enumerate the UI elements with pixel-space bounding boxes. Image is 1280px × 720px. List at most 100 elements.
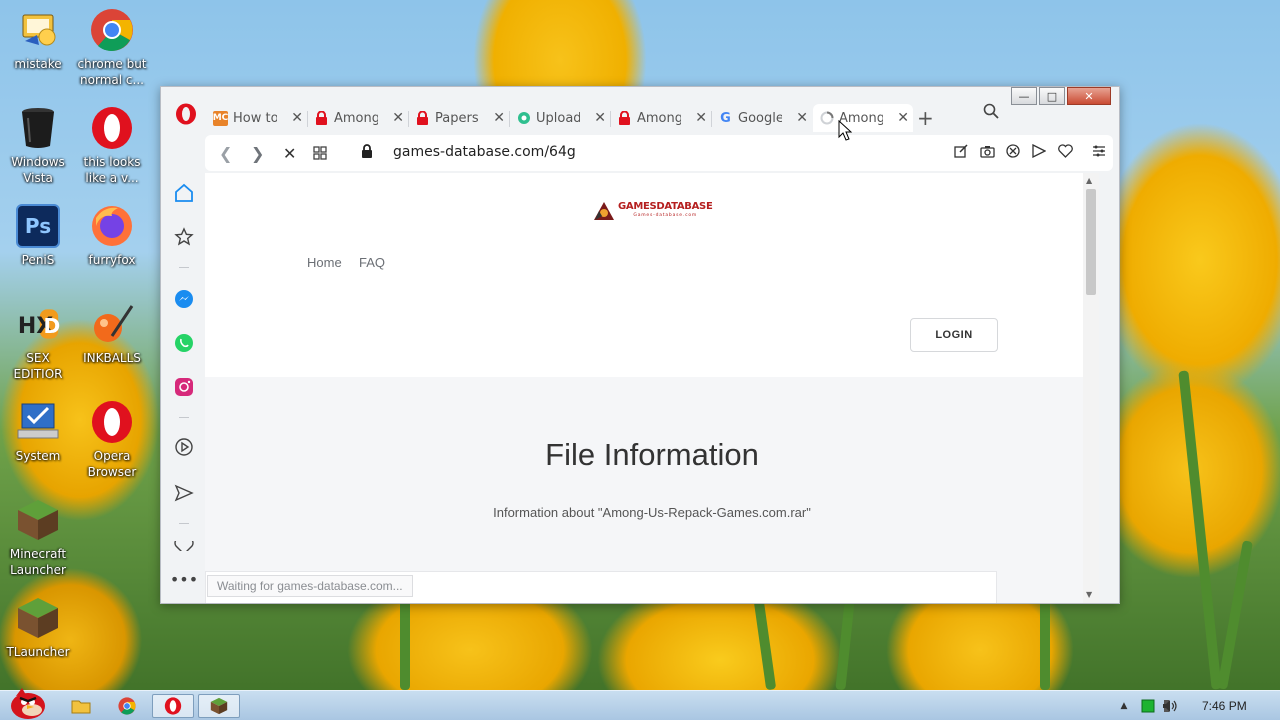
close-tab-icon[interactable]: ✕ — [392, 110, 404, 126]
tray-expand-icon[interactable]: ▲ — [1116, 698, 1132, 714]
scroll-up-arrow-icon[interactable]: ▲ — [1086, 176, 1092, 185]
scrollbar-thumb[interactable] — [1086, 189, 1096, 295]
player-icon[interactable] — [174, 437, 194, 457]
tab-title: How to — [233, 110, 277, 126]
opera-icon — [90, 400, 134, 444]
url-input[interactable]: games-database.com/64g — [393, 144, 576, 160]
home-icon[interactable] — [174, 183, 194, 203]
page-scrollbar[interactable]: ▲ ▼ — [1083, 173, 1099, 603]
green-logo-icon — [516, 111, 531, 126]
angry-bird-icon — [11, 688, 45, 719]
desktop-icon-photoshop[interactable]: Ps PeniS — [0, 204, 76, 268]
start-button[interactable] — [4, 685, 52, 720]
folder-icon — [71, 700, 91, 714]
taskbar-clock[interactable]: 7:46 PM — [1202, 699, 1247, 713]
nav-home-link[interactable]: Home — [307, 255, 342, 270]
bookmarks-star-icon[interactable] — [174, 227, 194, 247]
speed-dial-grid-icon[interactable] — [313, 145, 327, 164]
red-lock-icon — [415, 111, 430, 126]
tab-how-to[interactable]: MC How to ✕ — [207, 104, 307, 132]
desktop-icon-opera-vista[interactable]: this looks like a v... — [74, 106, 150, 186]
desktop-icon-chrome[interactable]: chrome but normal c... — [74, 8, 150, 88]
close-tab-icon[interactable]: ✕ — [291, 110, 303, 126]
desktop-icon-windows-vista[interactable]: Windows Vista — [0, 106, 76, 186]
desktop-icon-label: PeniS — [21, 253, 55, 267]
tab-among-1[interactable]: Among ✕ — [308, 104, 408, 132]
volume-icon[interactable] — [1162, 698, 1178, 714]
address-bar: ❮ ❯ ✕ games-database.com/64g — [205, 135, 1113, 171]
desktop-icon-hxd[interactable]: HX D SEX EDITIOR — [0, 302, 76, 382]
minecraft-block-icon — [16, 498, 60, 542]
easy-setup-icon[interactable] — [1091, 143, 1107, 159]
desktop-icon-mistake[interactable]: mistake — [0, 8, 76, 72]
heart-icon[interactable] — [1057, 143, 1073, 159]
close-tab-icon[interactable]: ✕ — [594, 110, 606, 126]
address-bar-actions — [953, 143, 1107, 159]
photoshop-icon: Ps — [16, 204, 60, 248]
opera-sidebar: ••• — [161, 171, 205, 603]
tab-google[interactable]: G Google ✕ — [712, 104, 812, 132]
network-icon[interactable] — [1140, 698, 1156, 714]
close-tab-icon[interactable]: ✕ — [493, 110, 505, 126]
camera-icon[interactable] — [979, 143, 995, 159]
desktop-icon-label: INKBALLS — [83, 351, 141, 365]
page-content: GAMESDATABASE Games-database.com Home FA… — [205, 173, 1099, 603]
desktop-icon-tlauncher[interactable]: TLauncher — [0, 596, 76, 660]
site-logo[interactable]: GAMESDATABASE Games-database.com — [593, 201, 713, 221]
close-tab-icon[interactable]: ✕ — [897, 110, 909, 126]
send-flow-icon[interactable] — [174, 483, 194, 503]
browser-window: — □ ✕ MC How to ✕ Among ✕ Papers ✕ Uploa… — [160, 86, 1120, 604]
red-lock-icon — [617, 111, 632, 126]
desktop-icon-minecraft-launcher[interactable]: Minecraft Launcher — [0, 498, 76, 578]
send-icon[interactable] — [1031, 143, 1047, 159]
desktop-icon-inkballs[interactable]: INKBALLS — [74, 302, 150, 366]
ad-block-icon[interactable] — [1005, 143, 1021, 159]
system-icon — [16, 400, 60, 444]
sidebar-separator — [179, 267, 189, 268]
messenger-icon[interactable] — [174, 289, 194, 309]
heart-icon[interactable] — [174, 541, 194, 551]
taskbar-explorer[interactable] — [60, 694, 102, 718]
desktop-icon-system[interactable]: System — [0, 400, 76, 464]
nav-faq-link[interactable]: FAQ — [359, 255, 385, 270]
taskbar-opera[interactable] — [152, 694, 194, 718]
more-options-icon[interactable]: ••• — [170, 569, 198, 589]
tab-papers[interactable]: Papers ✕ — [409, 104, 509, 132]
close-tab-icon[interactable]: ✕ — [796, 110, 808, 126]
tab-bar: MC How to ✕ Among ✕ Papers ✕ Uploadi ✕ A… — [161, 101, 1119, 135]
taskbar-chrome[interactable] — [106, 694, 148, 718]
recycle-bin-icon — [16, 106, 60, 150]
new-tab-button[interactable]: + — [917, 106, 934, 130]
scroll-down-arrow-icon[interactable]: ▼ — [1086, 590, 1092, 599]
page-title: File Information — [545, 437, 759, 472]
minecraft-block-icon — [16, 596, 60, 640]
tab-title: Papers — [435, 110, 479, 126]
lock-icon[interactable] — [361, 144, 373, 163]
minecraft-block-icon — [210, 697, 228, 715]
desktop-icon-opera-browser[interactable]: Opera Browser — [74, 400, 150, 480]
tab-among-2[interactable]: Among ✕ — [611, 104, 711, 132]
forward-arrow-icon[interactable]: ❯ — [251, 144, 264, 163]
back-arrow-icon[interactable]: ❮ — [219, 144, 232, 163]
desktop-icon-firefox[interactable]: furryfox — [74, 204, 150, 268]
mc-icon: MC — [213, 110, 228, 126]
stop-loading-icon[interactable]: ✕ — [283, 144, 296, 163]
login-button[interactable]: LOGIN — [910, 318, 998, 352]
tab-search-icon[interactable] — [983, 103, 999, 123]
whatsapp-icon[interactable] — [174, 333, 194, 353]
desktop-icon-label: chrome but normal c... — [77, 57, 147, 87]
wallpaper-stem — [1040, 600, 1050, 690]
instagram-icon[interactable] — [174, 377, 194, 397]
close-tab-icon[interactable]: ✕ — [695, 110, 707, 126]
desktop-icon-label: Opera Browser — [87, 449, 137, 479]
sidebar-separator — [179, 523, 189, 524]
chrome-icon — [118, 697, 136, 715]
taskbar-minecraft[interactable] — [198, 694, 240, 718]
inkball-icon — [90, 302, 134, 346]
tab-uploading[interactable]: Uploadi ✕ — [510, 104, 610, 132]
file-info-section — [205, 377, 1099, 603]
tab-among-active[interactable]: Among ✕ — [813, 104, 913, 132]
opera-menu-icon[interactable] — [175, 103, 197, 125]
mouse-cursor-icon — [838, 119, 853, 146]
edit-icon[interactable] — [953, 143, 969, 159]
